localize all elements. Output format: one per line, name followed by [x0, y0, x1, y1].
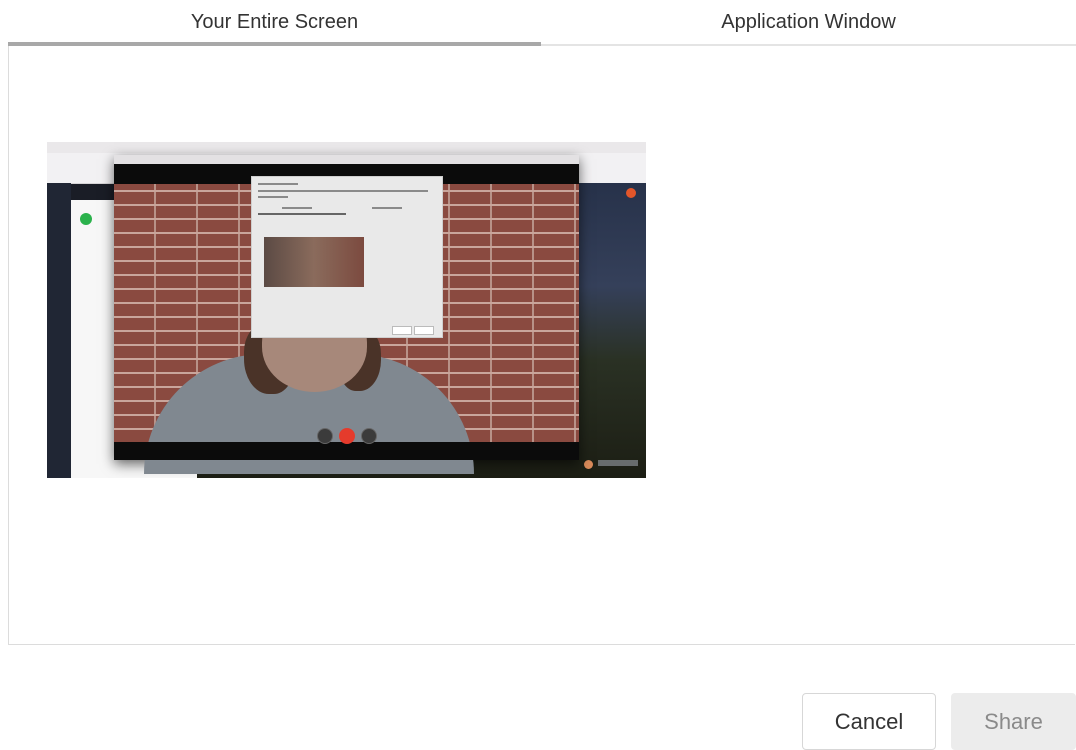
thumbnail-status-dot	[80, 213, 92, 225]
tab-your-entire-screen[interactable]: Your Entire Screen	[8, 0, 541, 44]
thumbnail-dialog-preview	[264, 237, 364, 287]
cancel-button[interactable]: Cancel	[802, 693, 936, 750]
thumbnail-dialog-button	[392, 326, 412, 335]
share-button-label: Share	[984, 708, 1043, 734]
thumbnail-video-titlebar	[114, 155, 579, 164]
thumbnail-video-bottombar	[114, 442, 579, 460]
tab-label: Application Window	[721, 10, 896, 33]
entire-screen-thumbnail[interactable]	[47, 142, 646, 478]
thumbnail-dialog-button	[414, 326, 434, 335]
thumbnail-video-window	[114, 155, 579, 474]
tab-label: Your Entire Screen	[190, 10, 359, 33]
thumbnail-avatar	[584, 460, 593, 469]
thumbnail-camera-icon	[361, 428, 377, 444]
thumbnail-dialog-text	[258, 183, 298, 185]
thumbnail-avatar-label	[598, 460, 638, 466]
source-tab-bar: Your Entire Screen Application Window	[8, 0, 1076, 47]
tab-application-window[interactable]: Application Window	[541, 0, 1076, 44]
thumbnail-dialog-text	[258, 196, 288, 198]
thumbnail-notification-icon	[626, 188, 636, 198]
thumbnail-end-call-icon	[339, 428, 355, 444]
cancel-button-label: Cancel	[834, 708, 904, 734]
thumbnail-share-dialog	[251, 176, 443, 338]
share-button[interactable]: Share	[951, 693, 1076, 750]
thumbnail-mic-icon	[317, 428, 333, 444]
thumbnail-dialog-text	[258, 190, 428, 192]
thumbnail-dialog-tab	[372, 207, 402, 209]
thumbnail-sidebar	[47, 183, 71, 478]
thumbnail-dialog-tab	[282, 207, 312, 209]
thumbnail-dialog-tab-underline	[258, 213, 346, 215]
